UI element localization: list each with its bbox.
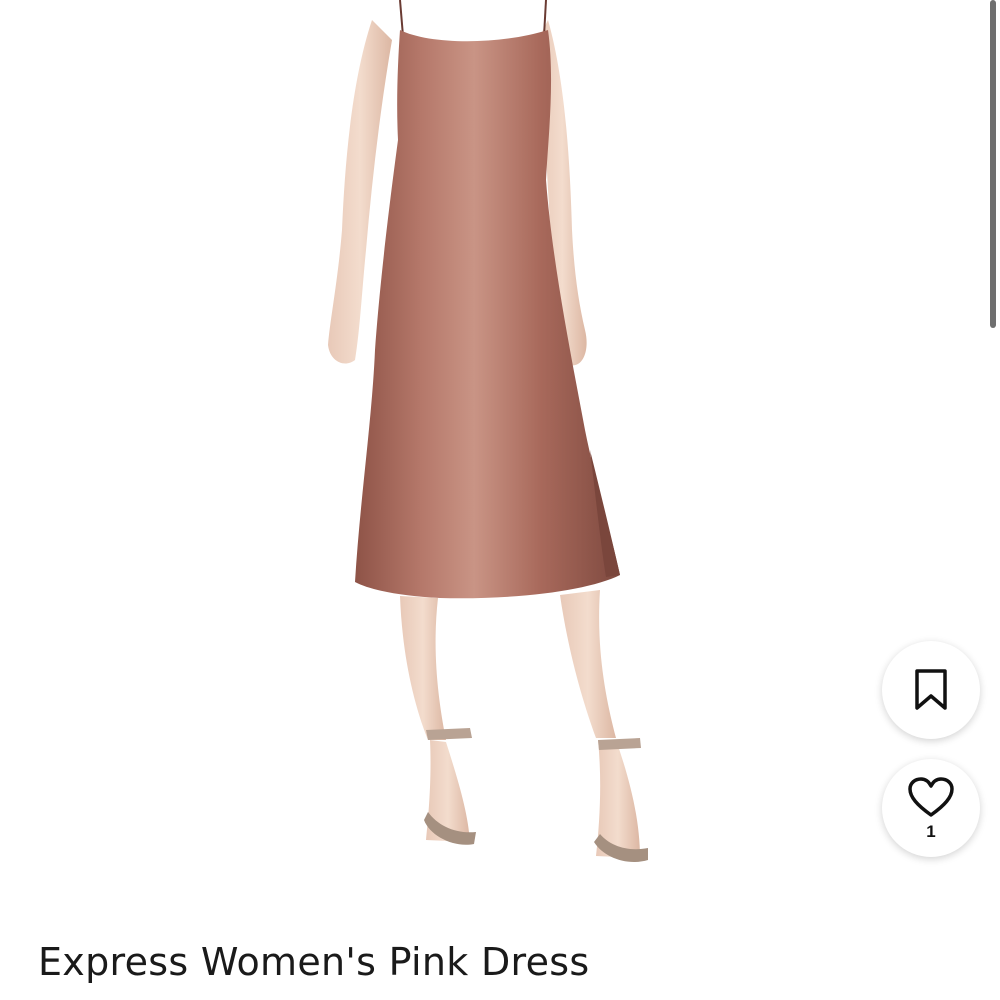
save-button[interactable] (882, 641, 980, 739)
heart-icon (907, 776, 955, 819)
like-button[interactable]: 1 (882, 759, 980, 857)
dress-illustration (328, 0, 648, 862)
like-count: 1 (926, 821, 936, 841)
listing-page: 1 Express Women's Pink Dress (0, 0, 1000, 1000)
product-photo[interactable] (0, 0, 1000, 875)
scrollbar[interactable] (990, 0, 996, 328)
bookmark-icon (913, 668, 949, 712)
listing-title: Express Women's Pink Dress (38, 940, 590, 984)
